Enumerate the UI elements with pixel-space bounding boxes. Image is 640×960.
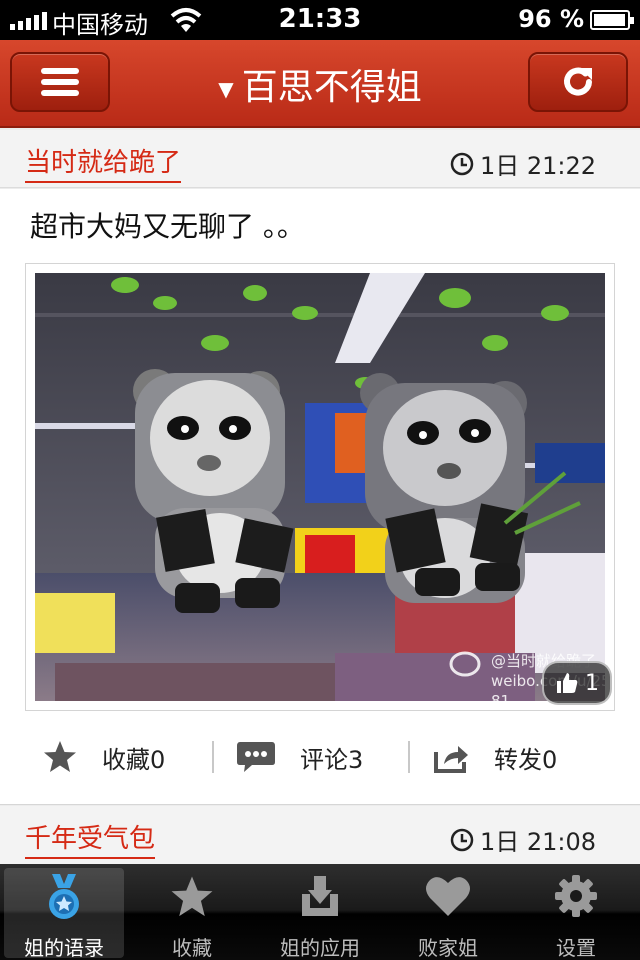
star-icon: [171, 876, 213, 917]
share-label: 转发0: [494, 745, 558, 774]
status-bar: 中国移动 21:33 96 %: [0, 0, 640, 40]
like-button[interactable]: 1: [542, 661, 612, 705]
action-divider: [212, 741, 214, 773]
clock-icon: [450, 828, 474, 851]
post-timestamp: 1日 21:08: [450, 822, 596, 857]
post-timestamp: 1日 21:22: [450, 146, 596, 181]
comment-label: 评论3: [300, 745, 364, 774]
refresh-button[interactable]: [528, 52, 628, 112]
tab-settings[interactable]: 设置: [516, 868, 636, 960]
post-time: 1日 21:08: [479, 828, 596, 856]
tab-quotes[interactable]: 姐的语录: [4, 868, 124, 960]
battery-percent: 96 %: [518, 5, 584, 33]
comment-icon: [237, 742, 275, 772]
post-actions: 收藏0 评论3 转发0: [0, 725, 640, 789]
post-card: 超市大妈又无聊了 。。 @当时就给跪了 81 1 收藏0 评论3 转发0: [0, 189, 640, 805]
tab-label: 败家姐: [418, 936, 478, 960]
comment-action[interactable]: 评论3: [236, 725, 363, 789]
hamburger-icon: [41, 68, 79, 96]
tab-bar: 姐的语录 收藏 姐的应用 败家姐 设置: [0, 864, 640, 960]
dropdown-triangle-icon: ▼: [218, 77, 234, 101]
favorite-action[interactable]: 收藏0: [42, 725, 165, 789]
heart-icon: [426, 877, 470, 916]
nav-title: 百思不得姐: [241, 67, 422, 108]
download-icon: [302, 876, 338, 916]
like-count: 1: [585, 670, 599, 696]
author-link[interactable]: 当时就给跪了: [25, 142, 182, 183]
nav-title-dropdown[interactable]: ▼ 百思不得姐: [140, 58, 500, 110]
post-image[interactable]: @当时就给跪了 weibo.com/u/255 81: [35, 273, 605, 701]
clock-icon: [450, 152, 474, 175]
tab-label: 设置: [556, 936, 596, 960]
tab-shopping[interactable]: 败家姐: [388, 868, 508, 960]
medal-icon: [49, 874, 79, 919]
share-icon: [434, 746, 468, 773]
tab-apps[interactable]: 姐的应用: [260, 868, 380, 960]
post-image-frame: @当时就给跪了 weibo.com/u/255 81 1: [25, 263, 615, 711]
post-header: 千年受气包 1日 21:08: [0, 806, 640, 864]
tab-label: 姐的语录: [24, 936, 104, 960]
thumbs-up-icon: [557, 673, 578, 693]
battery-icon: [590, 10, 634, 30]
nav-bar: ▼ 百思不得姐: [0, 40, 640, 128]
refresh-icon: [564, 67, 592, 96]
star-icon: [44, 741, 76, 772]
tab-label: 姐的应用: [280, 936, 360, 960]
favorite-label: 收藏0: [102, 745, 166, 774]
share-action[interactable]: 转发0: [434, 725, 557, 789]
post-text[interactable]: 超市大妈又无聊了 。。: [30, 205, 305, 245]
post-header: 当时就给跪了 1日 21:22: [0, 130, 640, 188]
tab-label: 收藏: [172, 936, 212, 960]
author-link[interactable]: 千年受气包: [25, 818, 156, 859]
gear-icon: [555, 875, 597, 917]
post-time: 1日 21:22: [479, 152, 596, 180]
menu-button[interactable]: [10, 52, 110, 112]
tab-favorites[interactable]: 收藏: [132, 868, 252, 960]
action-divider: [408, 741, 410, 773]
